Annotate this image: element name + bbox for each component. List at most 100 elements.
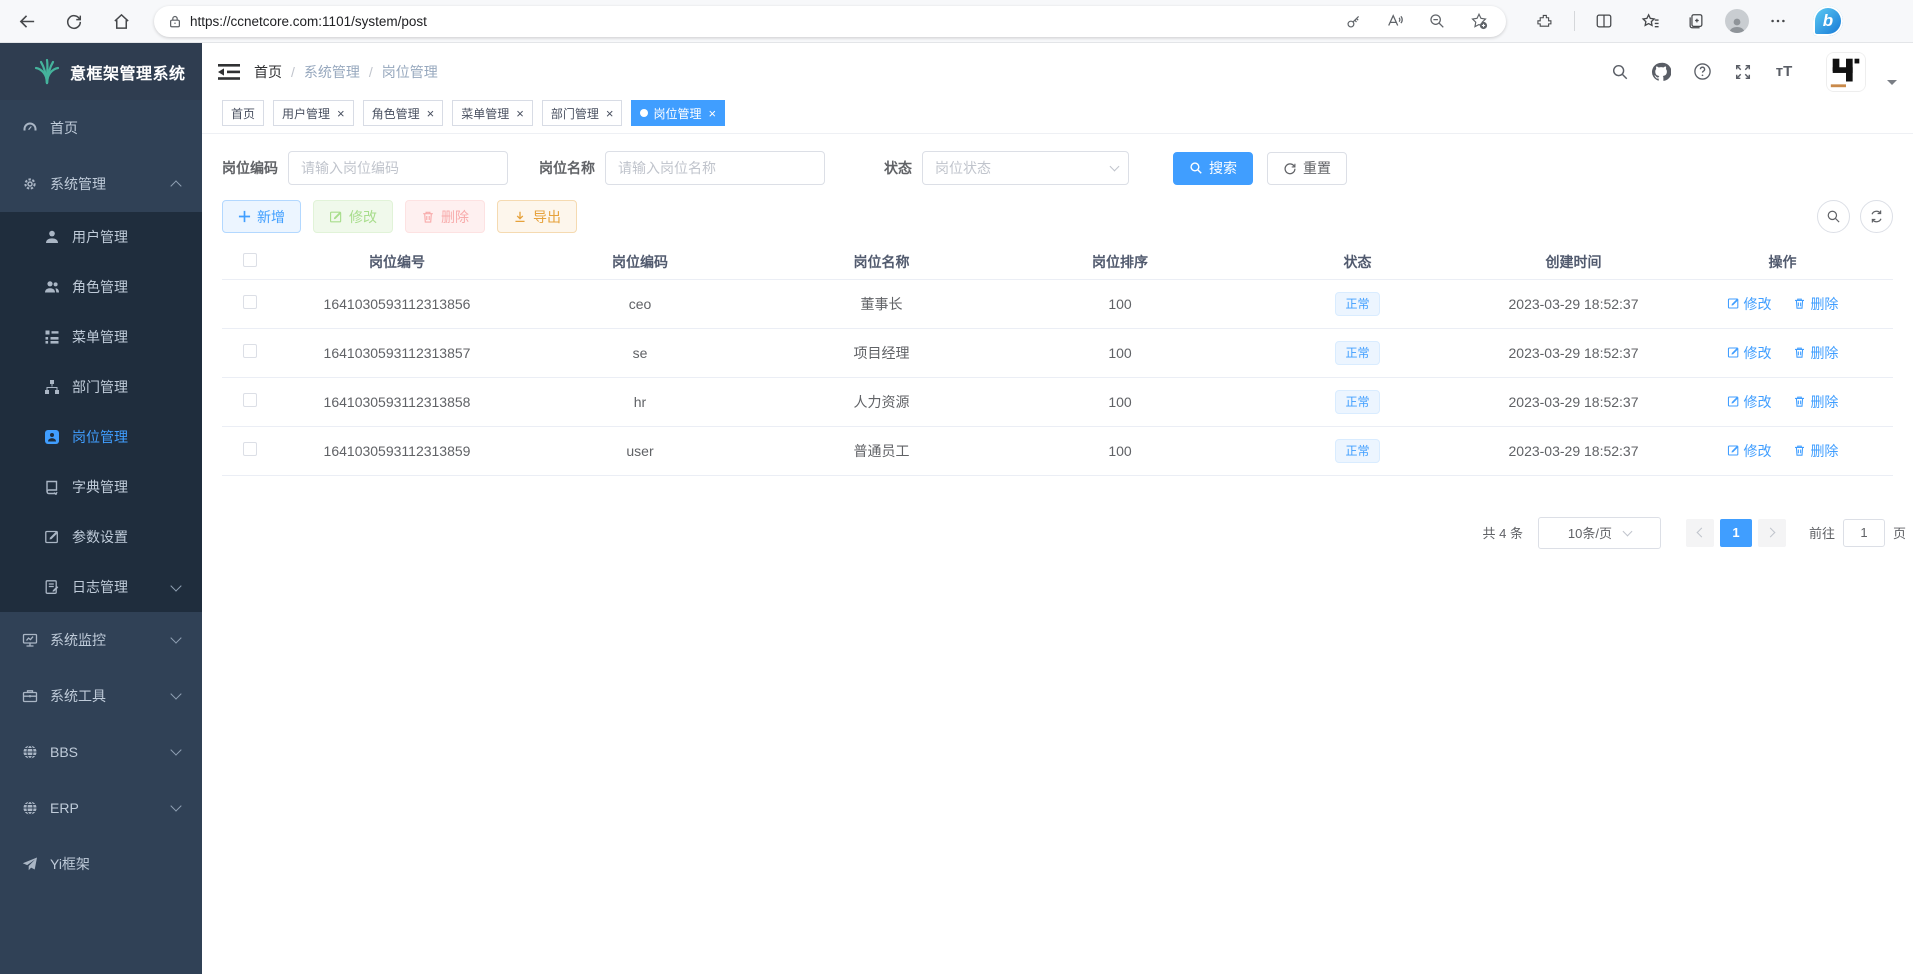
header-search-icon[interactable] bbox=[1607, 59, 1633, 85]
plus-icon bbox=[238, 210, 251, 223]
extensions-icon[interactable] bbox=[1528, 6, 1562, 36]
refresh-table-button[interactable] bbox=[1860, 200, 1893, 233]
lock-icon bbox=[168, 14, 182, 29]
sidebar-item-home[interactable]: 首页 bbox=[0, 100, 202, 156]
globe-icon bbox=[22, 800, 38, 816]
col-actions: 操作 bbox=[1672, 245, 1893, 279]
page-number-1[interactable]: 1 bbox=[1720, 519, 1752, 547]
sidebar-item-menus[interactable]: 菜单管理 bbox=[0, 312, 202, 362]
url-text[interactable]: https://ccnetcore.com:1101/system/post bbox=[190, 14, 1336, 29]
reset-button[interactable]: 重置 bbox=[1267, 152, 1347, 185]
close-icon[interactable]: × bbox=[427, 107, 435, 120]
close-icon[interactable]: × bbox=[606, 107, 614, 120]
fullscreen-icon[interactable] bbox=[1730, 59, 1756, 85]
book-icon bbox=[44, 479, 60, 495]
cell-post-name: 普通员工 bbox=[763, 426, 1000, 475]
sidebar-item-users[interactable]: 用户管理 bbox=[0, 212, 202, 262]
page-size-select[interactable]: 10条/页 bbox=[1538, 517, 1661, 549]
tab-home[interactable]: 首页 bbox=[222, 100, 264, 126]
close-icon[interactable]: × bbox=[708, 107, 716, 120]
row-delete-button[interactable]: 删除 bbox=[1793, 392, 1838, 412]
sidebar-item-roles[interactable]: 角色管理 bbox=[0, 262, 202, 312]
edit-icon bbox=[1727, 346, 1740, 359]
bing-copilot-icon[interactable]: b bbox=[1813, 6, 1843, 36]
github-icon[interactable] bbox=[1648, 59, 1674, 85]
split-screen-icon[interactable] bbox=[1587, 6, 1621, 36]
sidebar-item-bbs[interactable]: BBS bbox=[0, 724, 202, 780]
tab-role-mgmt[interactable]: 角色管理 × bbox=[363, 100, 444, 126]
row-checkbox[interactable] bbox=[243, 442, 257, 456]
browser-profile-avatar[interactable] bbox=[1725, 9, 1749, 33]
post-name-input[interactable] bbox=[605, 151, 825, 185]
row-checkbox[interactable] bbox=[243, 344, 257, 358]
row-edit-button[interactable]: 修改 bbox=[1727, 294, 1772, 314]
sidebar-item-system[interactable]: 系统管理 bbox=[0, 156, 202, 212]
breadcrumb-home[interactable]: 首页 bbox=[254, 62, 282, 82]
trash-icon bbox=[1793, 444, 1806, 457]
post-badge-icon bbox=[44, 429, 60, 445]
collections-icon[interactable] bbox=[1679, 6, 1713, 36]
tab-user-mgmt[interactable]: 用户管理 × bbox=[273, 100, 354, 126]
breadcrumb-current: 岗位管理 bbox=[382, 62, 438, 82]
font-size-icon[interactable]: ᴛT bbox=[1771, 59, 1797, 85]
home-icon[interactable] bbox=[104, 6, 138, 36]
cell-post-code: ceo bbox=[517, 279, 763, 328]
row-edit-button[interactable]: 修改 bbox=[1727, 392, 1772, 412]
sidebar-item-tools[interactable]: 系统工具 bbox=[0, 668, 202, 724]
tab-dept-mgmt[interactable]: 部门管理 × bbox=[542, 100, 623, 126]
next-page-button[interactable] bbox=[1758, 519, 1786, 547]
prev-page-button[interactable] bbox=[1686, 519, 1714, 547]
user-avatar[interactable] bbox=[1826, 52, 1866, 92]
main-panel: 首页 / 系统管理 / 岗位管理 ᴛT bbox=[202, 43, 1913, 974]
refresh-icon[interactable] bbox=[57, 6, 91, 36]
add-favorite-icon[interactable] bbox=[1462, 6, 1496, 36]
cell-post-code: user bbox=[517, 426, 763, 475]
tab-menu-mgmt[interactable]: 菜单管理 × bbox=[452, 100, 533, 126]
row-delete-button[interactable]: 删除 bbox=[1793, 343, 1838, 363]
row-delete-button[interactable]: 删除 bbox=[1793, 441, 1838, 461]
row-delete-button[interactable]: 删除 bbox=[1793, 294, 1838, 314]
app-logo[interactable]: 意框架管理系统 bbox=[0, 43, 202, 100]
toggle-search-button[interactable] bbox=[1817, 200, 1850, 233]
goto-page-input[interactable] bbox=[1843, 519, 1885, 547]
row-checkbox[interactable] bbox=[243, 295, 257, 309]
export-button[interactable]: 导出 bbox=[497, 200, 577, 233]
help-icon[interactable] bbox=[1689, 59, 1715, 85]
delete-button[interactable]: 删除 bbox=[405, 200, 485, 233]
sidebar-item-erp[interactable]: ERP bbox=[0, 780, 202, 836]
status-select[interactable]: 岗位状态 bbox=[922, 151, 1129, 185]
caret-down-icon[interactable] bbox=[1887, 80, 1897, 85]
collapse-sidebar-icon[interactable] bbox=[218, 63, 240, 81]
address-bar[interactable]: https://ccnetcore.com:1101/system/post bbox=[154, 6, 1506, 37]
favorites-icon[interactable] bbox=[1633, 6, 1667, 36]
read-aloud-icon[interactable] bbox=[1378, 6, 1412, 36]
logo-plant-icon bbox=[33, 59, 61, 85]
sidebar-item-posts[interactable]: 岗位管理 bbox=[0, 412, 202, 462]
close-icon[interactable]: × bbox=[516, 107, 524, 120]
add-button[interactable]: 新增 bbox=[222, 200, 301, 233]
sidebar-item-departments[interactable]: 部门管理 bbox=[0, 362, 202, 412]
row-checkbox[interactable] bbox=[243, 393, 257, 407]
tab-post-mgmt[interactable]: 岗位管理 × bbox=[631, 100, 725, 126]
row-edit-button[interactable]: 修改 bbox=[1727, 343, 1772, 363]
sidebar-item-monitor[interactable]: 系统监控 bbox=[0, 612, 202, 668]
select-all-checkbox[interactable] bbox=[243, 253, 257, 267]
sidebar-item-logs[interactable]: 日志管理 bbox=[0, 562, 202, 612]
search-button[interactable]: 搜索 bbox=[1173, 152, 1253, 185]
zoom-out-icon[interactable] bbox=[1420, 6, 1454, 36]
password-key-icon[interactable] bbox=[1336, 6, 1370, 36]
sidebar-item-parameters[interactable]: 参数设置 bbox=[0, 512, 202, 562]
tab-label: 岗位管理 bbox=[653, 105, 701, 122]
post-code-input[interactable] bbox=[288, 151, 508, 185]
edit-button[interactable]: 修改 bbox=[313, 200, 393, 233]
trash-icon bbox=[1793, 297, 1806, 310]
sidebar-item-label: 菜单管理 bbox=[72, 327, 128, 347]
row-edit-button[interactable]: 修改 bbox=[1727, 441, 1772, 461]
chevron-down-icon bbox=[170, 688, 181, 699]
back-icon[interactable] bbox=[10, 6, 44, 36]
sidebar-item-yi-framework[interactable]: Yi框架 bbox=[0, 836, 202, 892]
chevron-down-icon bbox=[170, 744, 181, 755]
close-icon[interactable]: × bbox=[337, 107, 345, 120]
sidebar-item-dictionary[interactable]: 字典管理 bbox=[0, 462, 202, 512]
settings-more-icon[interactable] bbox=[1761, 6, 1795, 36]
